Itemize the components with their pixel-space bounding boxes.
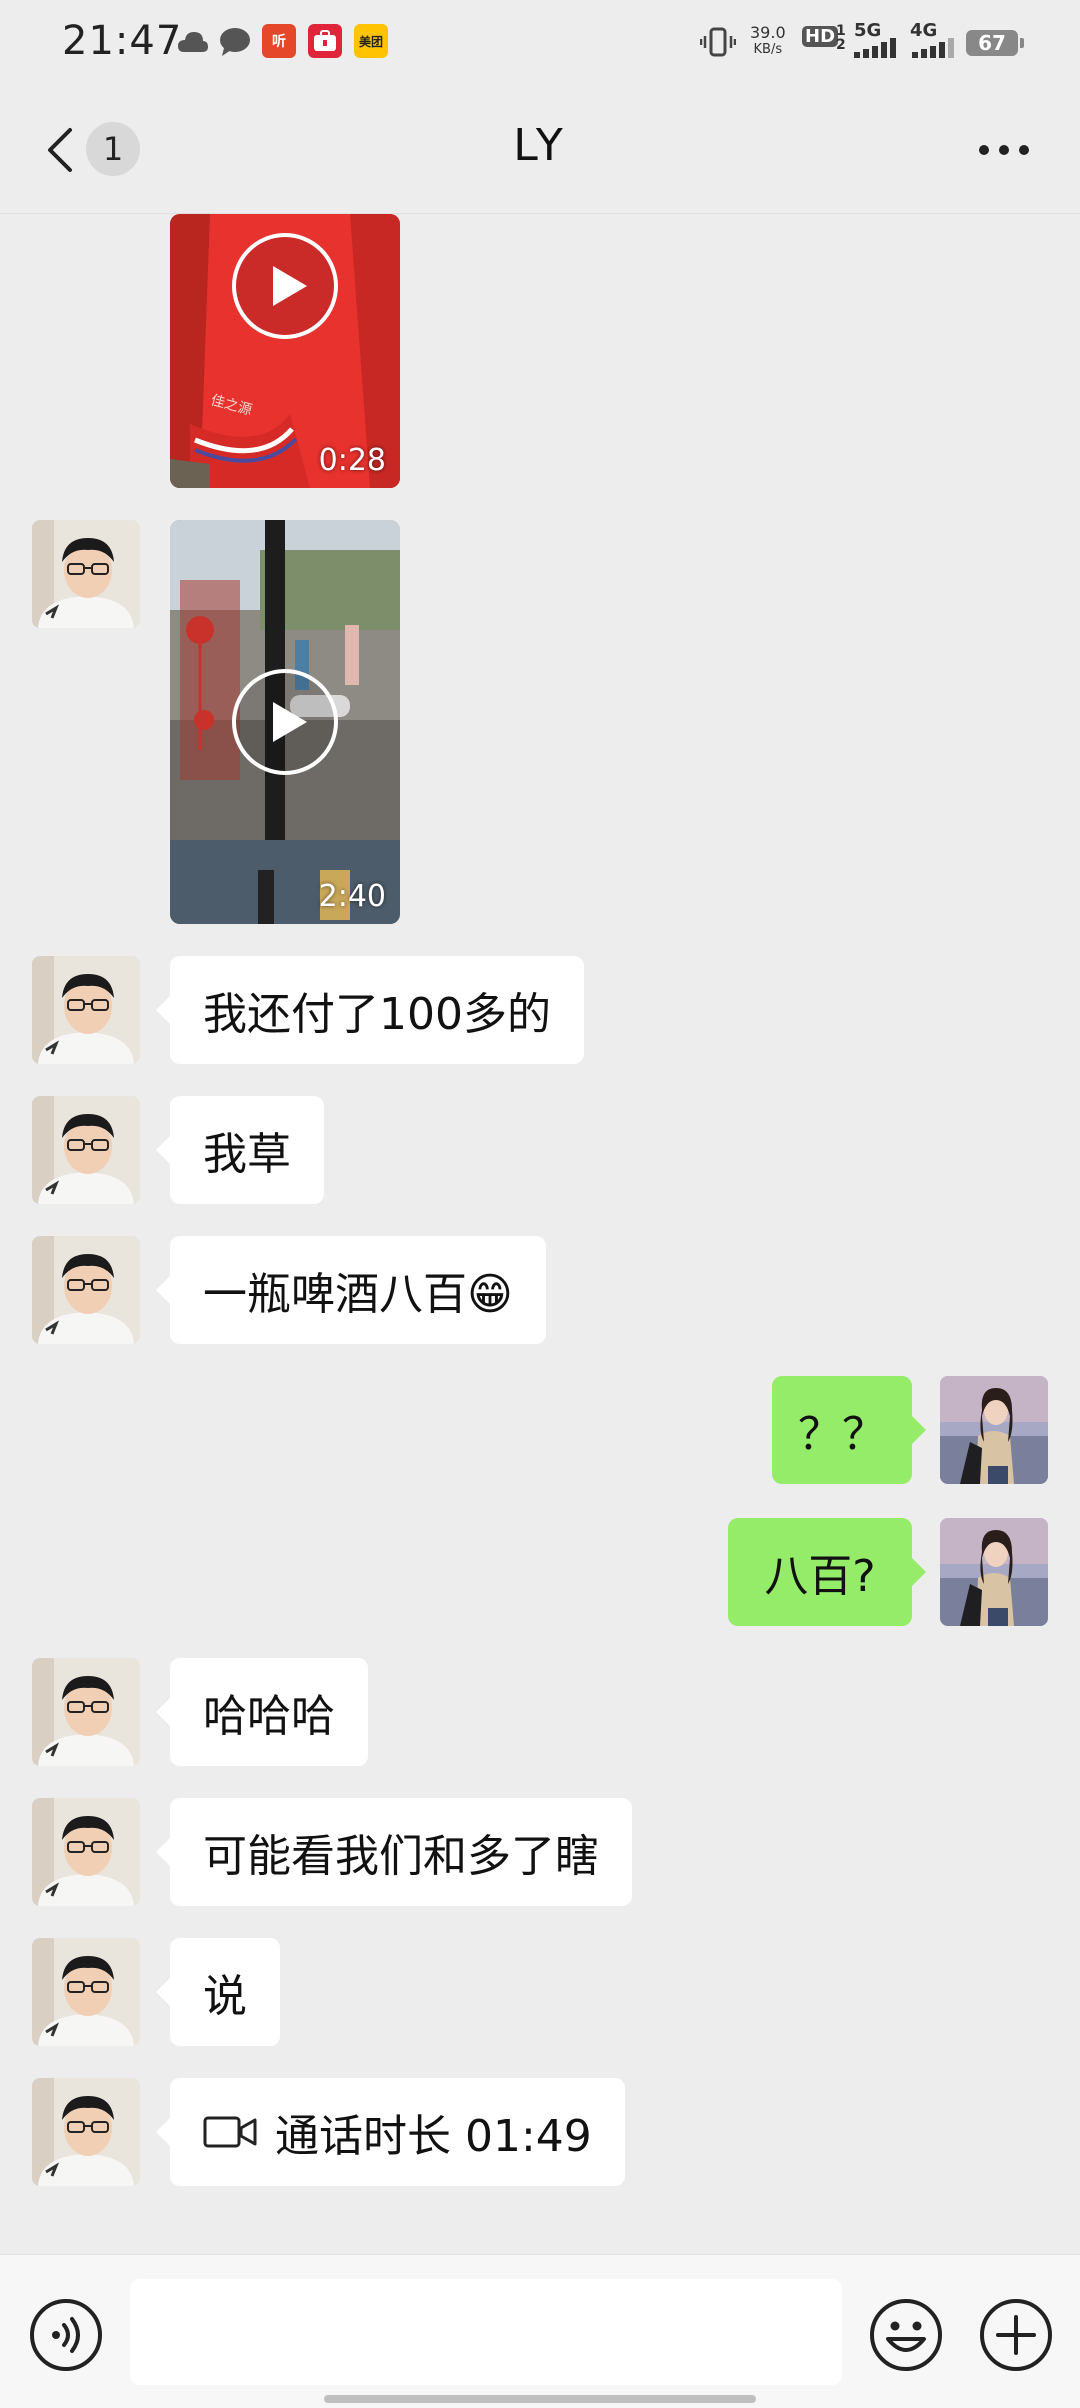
message-bubble[interactable]: 我还付了100多的 [156,956,584,1064]
chat-header: 1 LY [0,86,1080,214]
contact-avatar[interactable] [32,1096,140,1204]
contact-avatar[interactable] [32,1236,140,1344]
video-duration: 0:28 [318,443,386,478]
message-bubble[interactable]: 可能看我们和多了瞎 [156,1798,632,1906]
message-bubble[interactable]: ？？ [772,1376,926,1484]
status-bar: 21:47 听 美团 39.0 KB/s HD 12 5G 4G 67 [0,0,1080,86]
redbook-app-icon [308,24,342,58]
contact-avatar[interactable] [32,1938,140,2046]
call-duration-text: 通话时长 01:49 [275,2111,592,2162]
video-message[interactable]: 2:40 [170,520,400,924]
video-camera-icon [203,2116,257,2148]
hd-indicator: HD [802,26,839,47]
signal-bars-icon [912,38,954,58]
sim-slot-indicator: 12 [836,23,846,53]
more-options-icon[interactable] [976,138,1032,162]
plus-icon[interactable] [978,2297,1054,2373]
cloud-icon [178,32,208,52]
vibrate-icon [700,27,736,57]
play-icon[interactable] [231,232,339,340]
network-speed: 39.0 KB/s [750,23,786,57]
ting-app-icon: 听 [262,24,296,58]
message-bubble[interactable]: 我草 [156,1096,324,1204]
my-avatar[interactable] [940,1376,1048,1484]
battery-tip [1020,38,1024,48]
message-bubble[interactable]: 八百? [728,1518,926,1626]
chat-title: LY [513,120,567,171]
meituan-app-icon: 美团 [354,24,388,58]
contact-avatar[interactable] [32,2078,140,2186]
battery-indicator: 67 [966,30,1018,56]
voice-icon[interactable] [28,2297,104,2373]
message-bubble[interactable]: 一瓶啤酒八百😁 [156,1236,546,1344]
chat-bubble-icon [220,28,250,56]
video-message[interactable]: 佳之源 0:28 [170,214,400,488]
home-indicator [324,2395,756,2403]
play-icon[interactable] [231,668,339,776]
emoji-icon[interactable] [868,2297,944,2373]
input-bar [0,2254,1080,2408]
call-record-bubble[interactable]: 通话时长 01:49 [156,2078,625,2186]
contact-avatar[interactable] [32,520,140,628]
message-bubble[interactable]: 哈哈哈 [156,1658,368,1766]
message-bubble[interactable]: 说 [156,1938,280,2046]
my-avatar[interactable] [940,1518,1048,1626]
video-duration: 2:40 [318,879,386,914]
status-time: 21:47 [62,18,183,64]
contact-avatar[interactable] [32,1798,140,1906]
signal-bars-icon [854,38,896,58]
message-input[interactable] [130,2279,842,2385]
contact-avatar[interactable] [32,1658,140,1766]
contact-avatar[interactable] [32,956,140,1064]
